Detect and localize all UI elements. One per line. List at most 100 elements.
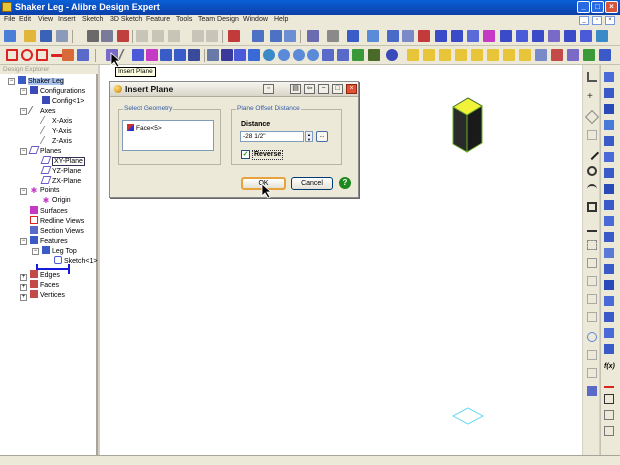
- menu-team-design[interactable]: Team Design: [198, 16, 239, 23]
- normal-to-icon[interactable]: [352, 49, 364, 61]
- open-icon[interactable]: [24, 30, 36, 42]
- view-direction-icon[interactable]: [368, 49, 380, 61]
- chamfer-sketch-icon[interactable]: [587, 312, 597, 322]
- tree-item-shaker-leg[interactable]: Shaker Leg: [18, 76, 64, 86]
- hidden-lines-icon[interactable]: [551, 49, 563, 61]
- menu-file[interactable]: File: [4, 16, 15, 23]
- tool-j-icon[interactable]: [564, 30, 576, 42]
- print-icon[interactable]: [87, 30, 99, 42]
- rotate-icon[interactable]: [248, 49, 260, 61]
- tool-l-icon[interactable]: [596, 30, 608, 42]
- reverse-checkbox[interactable]: ✓: [241, 150, 250, 159]
- sync-icon[interactable]: [367, 30, 379, 42]
- sketch-rectangle-icon[interactable]: [587, 202, 597, 212]
- thread-icon[interactable]: [604, 312, 614, 322]
- expander-shaker-leg[interactable]: −: [8, 78, 15, 85]
- insert-point-icon[interactable]: [132, 49, 144, 61]
- team-icon[interactable]: [347, 30, 359, 42]
- zoom-out-icon[interactable]: [293, 49, 305, 61]
- tool-d-icon[interactable]: [467, 30, 479, 42]
- tree-item-edges[interactable]: Edges: [30, 270, 60, 280]
- undo-icon[interactable]: [192, 30, 204, 42]
- sketch-spline-icon[interactable]: [587, 222, 597, 232]
- menu-feature[interactable]: Feature: [146, 16, 170, 23]
- revolve-boss-icon[interactable]: [604, 88, 614, 98]
- paste-icon[interactable]: [168, 30, 180, 42]
- dialog-expand-button[interactable]: ▤: [290, 84, 301, 94]
- tool-a-icon[interactable]: [418, 30, 430, 42]
- cancel-button[interactable]: Cancel: [291, 177, 333, 190]
- rectangle-icon[interactable]: [36, 49, 48, 61]
- menu-view[interactable]: View: [38, 16, 53, 23]
- drawing-icon[interactable]: [270, 30, 282, 42]
- tree-item-vertices[interactable]: Vertices: [30, 290, 65, 300]
- tool-g-icon[interactable]: [516, 30, 528, 42]
- menu-tools[interactable]: Tools: [176, 16, 192, 23]
- mirror-icon[interactable]: [587, 258, 597, 268]
- sketch-option-b-icon[interactable]: [587, 368, 597, 378]
- expander-configurations[interactable]: −: [20, 88, 27, 95]
- help-button[interactable]: ?: [339, 177, 351, 189]
- extrude-cut-icon[interactable]: [604, 136, 614, 146]
- assembly-icon[interactable]: [252, 30, 264, 42]
- expander-points[interactable]: −: [20, 188, 27, 195]
- menu-help[interactable]: Help: [274, 16, 288, 23]
- sheet-icon[interactable]: [387, 30, 399, 42]
- menu-sketch[interactable]: Sketch: [82, 16, 103, 23]
- view-top-icon[interactable]: [439, 49, 451, 61]
- shaded-icon[interactable]: [519, 49, 531, 61]
- menu-3d-sketch[interactable]: 3D Sketch: [110, 16, 142, 23]
- ellipse-icon[interactable]: [21, 49, 33, 61]
- revolve-cut-icon[interactable]: [604, 152, 614, 162]
- sweep-boss-icon[interactable]: [604, 104, 614, 114]
- zoom-in-icon[interactable]: [278, 49, 290, 61]
- feature-a-icon[interactable]: [160, 49, 172, 61]
- expander-features[interactable]: −: [20, 238, 27, 245]
- trim-icon[interactable]: [587, 130, 597, 140]
- orbit-icon[interactable]: [263, 49, 275, 61]
- tree-item-origin[interactable]: ✱ Origin: [42, 196, 71, 206]
- feature-b-icon[interactable]: [174, 49, 186, 61]
- expander-axes[interactable]: −: [20, 108, 27, 115]
- view-icon[interactable]: [284, 30, 296, 42]
- erase-icon[interactable]: [62, 49, 74, 61]
- tree-item-section-views[interactable]: Section Views: [30, 226, 84, 236]
- measure-icon[interactable]: [599, 49, 611, 61]
- sketch-circle-icon[interactable]: [587, 166, 597, 176]
- tool-h-icon[interactable]: [532, 30, 544, 42]
- doc-minimize-button[interactable]: _: [579, 16, 589, 25]
- view-iso-icon[interactable]: [503, 49, 515, 61]
- expander-faces[interactable]: +: [20, 284, 27, 291]
- view-bottom-icon[interactable]: [455, 49, 467, 61]
- tree-item-yz-plane[interactable]: YZ-Plane: [40, 166, 81, 176]
- tool-f-icon[interactable]: [500, 30, 512, 42]
- loft-boss-icon[interactable]: [604, 120, 614, 130]
- part-icon[interactable]: [228, 30, 240, 42]
- maximize-button[interactable]: □: [591, 1, 604, 13]
- export-icon[interactable]: [402, 30, 414, 42]
- expander-edges[interactable]: +: [20, 274, 27, 281]
- sketch-properties-icon[interactable]: [587, 332, 597, 342]
- section-view-icon[interactable]: [604, 426, 614, 436]
- move-icon[interactable]: [221, 49, 233, 61]
- section-icon[interactable]: [583, 49, 595, 61]
- view-right-icon[interactable]: [487, 49, 499, 61]
- dimension-icon[interactable]: [587, 72, 597, 82]
- insert-surface-icon[interactable]: [146, 49, 158, 61]
- tree-item-y-axis[interactable]: Y-Axis: [39, 126, 72, 136]
- tool-k-icon[interactable]: [580, 30, 592, 42]
- tree-item-configurations[interactable]: Configurations: [30, 86, 85, 96]
- fillet-icon[interactable]: [604, 200, 614, 210]
- interference-icon[interactable]: [604, 410, 614, 420]
- mirror-feature-icon[interactable]: [604, 296, 614, 306]
- view-home-icon[interactable]: [386, 49, 398, 61]
- close-file-icon[interactable]: [56, 30, 68, 42]
- tree-item-sketch-1[interactable]: Sketch<1>: [54, 256, 97, 266]
- scale-icon[interactable]: [604, 344, 614, 354]
- menu-window[interactable]: Window: [243, 16, 268, 23]
- reverse-label[interactable]: Reverse: [252, 150, 284, 160]
- tree-item-features[interactable]: Features: [30, 236, 68, 246]
- dialog-maximize-button[interactable]: □: [332, 84, 343, 94]
- dialog-minimize-button[interactable]: −: [318, 84, 329, 94]
- print-preview-icon[interactable]: [101, 30, 113, 42]
